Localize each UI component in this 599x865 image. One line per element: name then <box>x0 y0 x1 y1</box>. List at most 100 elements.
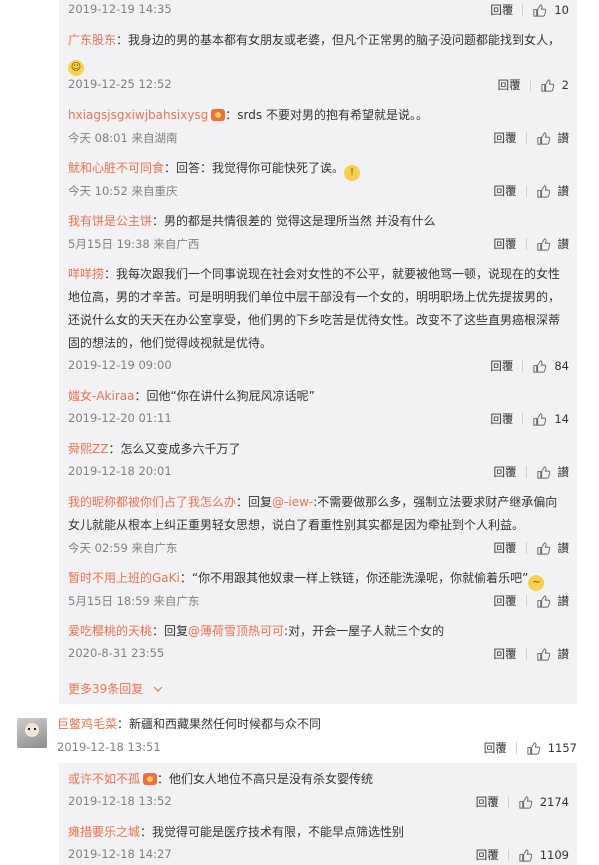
more-replies-label: 更多39条回复 <box>68 682 144 696</box>
comment-username[interactable]: 爱吃樱桃的天桃 <box>68 624 152 638</box>
comment-item: 广东股东：我身边的男的基本都有女朋友或老婆，但凡个正常男的脑子没问题都能找到女人… <box>68 29 568 76</box>
comment-timestamp: 2019-12-18 13:51 <box>57 740 161 754</box>
comment-item: 舜熙ZZ：怎么又变成多六千万了 <box>68 438 568 461</box>
like-count: 讃 <box>557 541 570 555</box>
chevron-down-icon <box>153 686 163 692</box>
comment-text: ：回他“你在讲什么狗屁风凉话呢” <box>134 389 315 403</box>
comment-timestamp: 2019-12-25 12:52 <box>68 77 172 91</box>
thumbs-up-icon[interactable] <box>518 848 533 863</box>
vip-badge-icon <box>211 109 226 121</box>
comment-actions: 回覆 1109 <box>476 846 569 864</box>
thumbs-up-icon[interactable] <box>540 78 555 93</box>
comment-username[interactable]: 我有饼是公主饼 <box>68 214 152 228</box>
comment-actions: 回覆 2174 <box>476 793 569 811</box>
comment-text: ：新疆和西藏果然任何时候都与众不同 <box>117 717 322 731</box>
comment-actions: 回覆 讃 <box>494 182 570 200</box>
comment-timestamp: 2019-12-18 13:52 <box>68 794 172 808</box>
reply-button[interactable]: 回覆 <box>498 77 521 93</box>
thumbs-up-icon[interactable] <box>536 647 551 662</box>
comment-item: 巨鳖鸡毛菜：新疆和西藏果然任何时候都与众不同 <box>57 713 557 736</box>
like-count: 1109 <box>539 848 569 862</box>
thumbs-up-icon[interactable] <box>532 3 547 18</box>
comment-actions: 回覆 1157 <box>484 739 577 757</box>
comment-actions: 回覆 讃 <box>494 235 570 253</box>
comment-item: 瘫措要乐之城：我觉得可能是医疗技术有限，不能早点筛选性别 <box>68 821 568 844</box>
thumbs-up-icon[interactable] <box>536 465 551 480</box>
comment-username[interactable]: 我的昵称都被你们占了我怎么办 <box>68 495 236 509</box>
reply-button[interactable]: 回覆 <box>494 540 517 556</box>
comment-username[interactable]: 鱿和心脏不可同食 <box>68 161 164 175</box>
comment-username[interactable]: 咩咩捞 <box>68 267 104 281</box>
comment-text: ：我身边的男的基本都有女朋友或老婆，但凡个正常男的脑子没问题都能找到女人， <box>116 33 561 47</box>
comment-item: 我的昵称都被你们占了我怎么办：回复@-iew-:不需要做那么多，强制立法要求财产… <box>68 491 568 537</box>
comment-username[interactable]: 或许不如不孤 <box>68 772 140 786</box>
comment-actions: 回覆 10 <box>490 1 569 19</box>
comment-timestamp: 今天 10:52 来自重庆 <box>68 184 178 198</box>
comment-text: ：我每次跟我们一个同事说现在社会对女性的不公平，就要被他骂一顿，说现在的女性地位… <box>68 267 561 350</box>
comment-username[interactable]: 媸女-Akiraa <box>68 389 134 403</box>
emoji-icon: ☺ <box>68 60 84 76</box>
reply-button[interactable]: 回覆 <box>494 464 517 480</box>
comment-username[interactable]: 瘫措要乐之城 <box>68 825 140 839</box>
reply-button[interactable]: 回覆 <box>494 236 517 252</box>
comment-item: 暂时不用上班的GaKi：“你不用跟其他奴隶一样上铁链，你还能洗澡呢，你就偷着乐吧… <box>68 567 568 591</box>
comment-item: 媸女-Akiraa：回他“你在讲什么狗屁风凉话呢” <box>68 385 568 408</box>
reply-button[interactable]: 回覆 <box>476 847 499 863</box>
avatar[interactable] <box>17 718 47 748</box>
like-count: 讃 <box>557 465 570 479</box>
comment-timestamp: 2019-12-19 14:35 <box>68 2 172 16</box>
like-count: 84 <box>554 359 569 373</box>
thumbs-up-icon[interactable] <box>536 184 551 199</box>
like-count: 2 <box>561 78 569 92</box>
vip-badge-icon <box>143 773 158 785</box>
thumbs-up-icon[interactable] <box>532 412 547 427</box>
like-count: 14 <box>554 412 569 426</box>
like-count: 1157 <box>547 741 577 755</box>
like-count: 讃 <box>557 594 570 608</box>
comment-username[interactable]: 巨鳖鸡毛菜 <box>57 717 117 731</box>
like-count: 讃 <box>557 184 570 198</box>
comment-timestamp: 2019-12-18 20:01 <box>68 464 172 478</box>
reply-button[interactable]: 回覆 <box>494 130 517 146</box>
more-replies-link[interactable]: 更多39条回复 <box>68 680 163 697</box>
comment-timestamp: 今天 08:01 来自湖南 <box>68 131 178 145</box>
like-count: 讃 <box>557 647 570 661</box>
thumbs-up-icon[interactable] <box>526 741 541 756</box>
thumbs-up-icon[interactable] <box>536 541 551 556</box>
thumbs-up-icon[interactable] <box>536 237 551 252</box>
comment-text: ：我觉得可能是医疗技术有限，不能早点筛选性别 <box>140 825 405 839</box>
thumbs-up-icon[interactable] <box>536 131 551 146</box>
reply-button[interactable]: 回覆 <box>494 593 517 609</box>
thumbs-up-icon[interactable] <box>532 359 547 374</box>
reply-button[interactable]: 回覆 <box>490 411 513 427</box>
comment-timestamp: 2019-12-18 14:27 <box>68 847 172 861</box>
comment-username[interactable]: 广东股东 <box>68 33 116 47</box>
mention-link[interactable]: @薄荷雪顶热可可 <box>188 624 284 638</box>
comment-actions: 回覆 84 <box>490 357 569 375</box>
thumbs-up-icon[interactable] <box>518 795 533 810</box>
reply-button[interactable]: 回覆 <box>490 358 513 374</box>
like-count: 10 <box>554 3 569 17</box>
comment-actions: 回覆 14 <box>490 410 569 428</box>
comment-username[interactable]: 暂时不用上班的GaKi <box>68 571 180 585</box>
reply-button[interactable]: 回覆 <box>476 794 499 810</box>
reply-button[interactable]: 回覆 <box>484 740 507 756</box>
comment-username[interactable]: 舜熙ZZ <box>68 442 108 456</box>
comment-item: 我有饼是公主饼：男的都是共情很差的 觉得这是理所当然 并没有什么 <box>68 210 568 233</box>
comment-item: 咩咩捞：我每次跟我们一个同事说现在社会对女性的不公平，就要被他骂一顿，说现在的女… <box>68 263 568 355</box>
reply-button[interactable]: 回覆 <box>494 183 517 199</box>
comment-text: ：srds 不要对男的抱有希望就是说。。 <box>225 108 428 122</box>
thumbs-up-icon[interactable] <box>536 594 551 609</box>
reply-button[interactable]: 回覆 <box>490 2 513 18</box>
comment-username[interactable]: hxiagsjsgxiwjbahsixysg <box>68 108 208 122</box>
comment-actions: 回覆 讃 <box>494 645 570 663</box>
comment-timestamp: 5月15日 18:59 来自广东 <box>68 594 200 608</box>
comment-timestamp: 2020-8-31 23:55 <box>68 646 165 660</box>
comment-text-prefix: ：回复 <box>236 495 273 509</box>
comment-timestamp: 今天 02:59 来自广东 <box>68 541 178 555</box>
comment-item: 爱吃樱桃的天桃：回复@薄荷雪顶热可可:对，开会一屋子人就三个女的 <box>68 620 568 643</box>
comment-text: ：他们女人地位不高只是没有杀女婴传统 <box>157 772 374 786</box>
mention-link[interactable]: @-iew- <box>272 495 313 509</box>
reply-button[interactable]: 回覆 <box>494 646 517 662</box>
comment-item: 或许不如不孤 ：他们女人地位不高只是没有杀女婴传统 <box>68 768 568 791</box>
